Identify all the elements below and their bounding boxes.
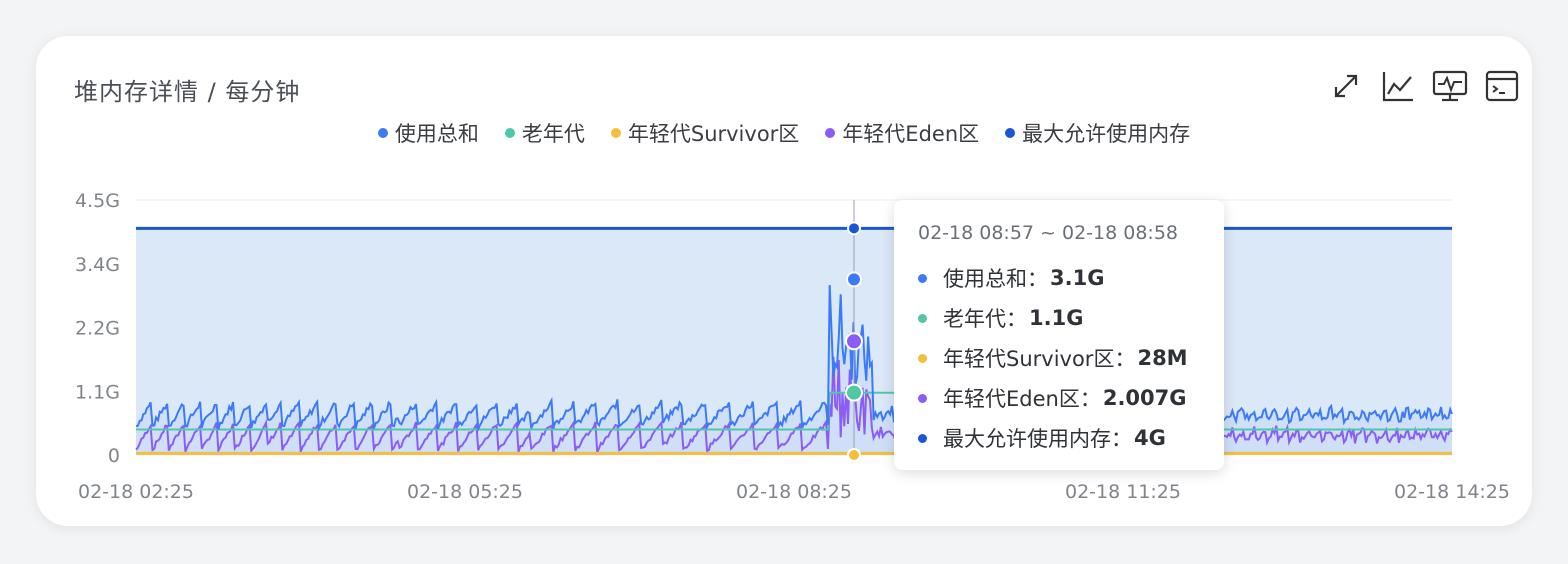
marker-eden xyxy=(845,332,863,351)
tooltip-dot xyxy=(918,273,927,283)
y-tick-label: 2.2G xyxy=(75,318,120,340)
tooltip-label: 使用总和： xyxy=(943,267,1048,291)
chart-tooltip: 02-18 08:57 ~ 02-18 08:58 使用总和： 3.1G 老年代： 1… xyxy=(894,200,1224,470)
tooltip-row: 年轻代Survivor区： 28M xyxy=(918,338,1200,378)
tooltip-row: 最大允许使用内存： 4G xyxy=(918,418,1200,458)
y-tick-label: 1.1G xyxy=(75,381,120,403)
tooltip-value: 4G xyxy=(1134,426,1166,450)
tooltip-value: 28M xyxy=(1137,346,1188,370)
tooltip-dot xyxy=(918,313,927,323)
tooltip-label: 年轻代Eden区： xyxy=(943,387,1101,411)
tooltip-value: 1.1G xyxy=(1029,306,1084,330)
tooltip-dot xyxy=(918,433,927,443)
tooltip-dot xyxy=(918,353,927,363)
tooltip-label: 最大允许使用内存： xyxy=(943,427,1132,451)
tooltip-label: 老年代： xyxy=(943,307,1027,331)
y-tick-label: 0 xyxy=(108,445,120,467)
tooltip-dot xyxy=(918,393,927,403)
marker-max xyxy=(847,221,861,236)
x-tick-label: 02-18 02:25 xyxy=(78,481,194,503)
tooltip-time: 02-18 08:57 ~ 02-18 08:58 xyxy=(918,222,1179,244)
marker-old-gen xyxy=(845,383,863,402)
x-tick-label: 02-18 14:25 xyxy=(1394,481,1510,503)
x-tick-label: 02-18 11:25 xyxy=(1065,481,1181,503)
tooltip-value: 2.007G xyxy=(1102,386,1187,410)
tooltip-label: 年轻代Survivor区： xyxy=(943,347,1136,371)
x-tick-label: 02-18 05:25 xyxy=(407,481,523,503)
heap-memory-chart[interactable]: 0 1.1G 2.2G 3.4G 4.5G 02-18 02:25 02-18 05:25 0… xyxy=(0,0,1568,564)
marker-survivor xyxy=(847,448,861,462)
tooltip-row: 老年代： 1.1G xyxy=(918,298,1200,338)
marker-total xyxy=(846,271,862,288)
y-tick-label: 4.5G xyxy=(75,190,120,212)
tooltip-row: 年轻代Eden区： 2.007G xyxy=(918,378,1200,418)
tooltip-value: 3.1G xyxy=(1050,266,1105,290)
y-tick-label: 3.4G xyxy=(75,254,120,276)
x-tick-label: 02-18 08:25 xyxy=(736,481,852,503)
tooltip-row: 使用总和： 3.1G xyxy=(918,258,1200,298)
